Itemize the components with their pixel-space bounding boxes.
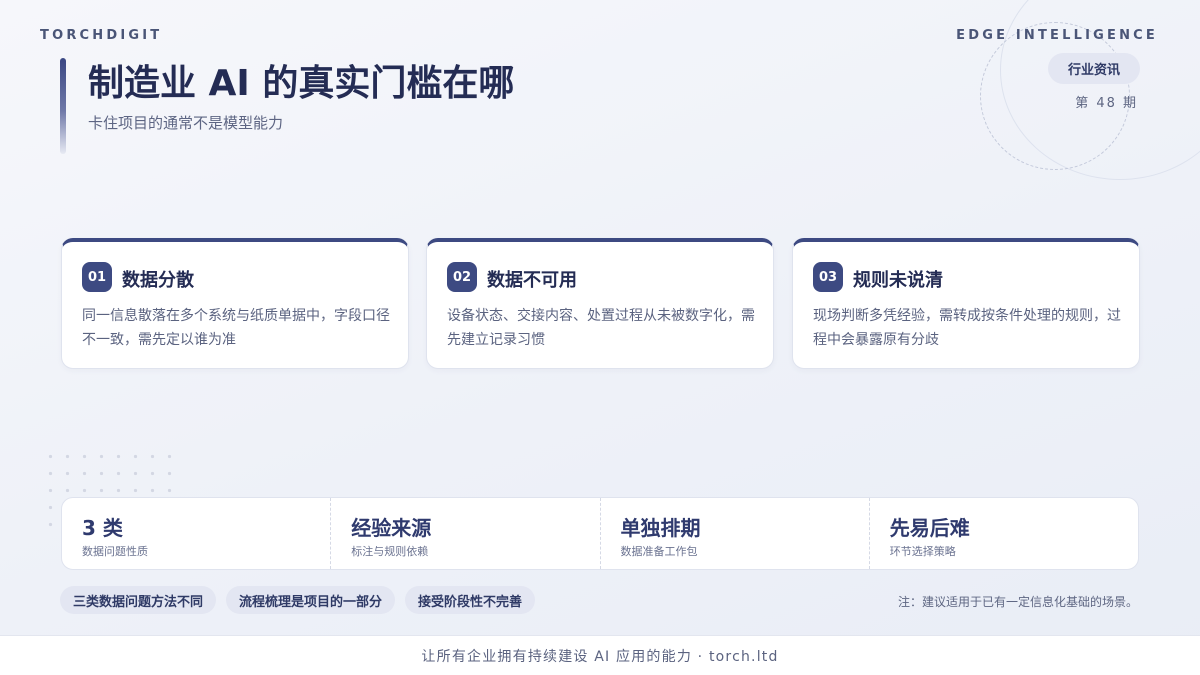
stat-label: 环节选择策略 <box>889 545 956 558</box>
stat-item: 3 类 数据问题性质 <box>62 498 332 569</box>
card-data-scattered: 01 数据分散 同一信息散落在多个系统与纸质单据中，字段口径不一致，需先定以谁为… <box>61 238 409 369</box>
stat-value: 经验来源 <box>351 516 432 540</box>
card-number-badge: 03 <box>813 262 843 292</box>
takeaway-chip: 接受阶段性不完善 <box>405 586 536 614</box>
title-accent-bar <box>60 58 66 154</box>
brand-name: TORCHDIGIT <box>40 28 163 43</box>
card-title: 规则未说清 <box>853 270 943 291</box>
stat-item: 经验来源 标注与规则依赖 <box>331 498 601 569</box>
stat-label: 数据问题性质 <box>82 545 148 558</box>
issue-number: 第 48 期 <box>1075 96 1138 111</box>
stat-label: 标注与规则依赖 <box>351 545 429 558</box>
card-body: 现场判断多凭经验，需转成按条件处理的规则，过程中会暴露原有分歧 <box>813 308 1121 348</box>
stat-label: 数据准备工作包 <box>620 545 698 558</box>
edge-intelligence-label: EDGE INTELLIGENCE <box>956 28 1158 43</box>
stat-value: 单独排期 <box>620 516 701 540</box>
card-body: 同一信息散落在多个系统与纸质单据中，字段口径不一致，需先定以谁为准 <box>82 308 390 348</box>
takeaway-chips: 三类数据问题方法不同 流程梳理是项目的一部分 接受阶段性不完善 <box>60 586 536 614</box>
stats-bar: 3 类 数据问题性质 经验来源 标注与规则依赖 单独排期 数据准备工作包 先易后… <box>61 497 1139 570</box>
stat-value: 先易后难 <box>889 516 970 540</box>
card-rules-unclear: 03 规则未说清 现场判断多凭经验，需转成按条件处理的规则，过程中会暴露原有分歧 <box>792 238 1140 369</box>
card-title: 数据分散 <box>122 270 194 291</box>
page-subtitle: 卡住项目的通常不是模型能力 <box>88 114 284 132</box>
takeaway-chip: 流程梳理是项目的一部分 <box>226 586 396 614</box>
card-number-badge: 02 <box>447 262 477 292</box>
category-tag: 行业资讯 <box>1048 53 1140 84</box>
takeaway-chip: 三类数据问题方法不同 <box>60 586 217 614</box>
stat-value: 3 类 <box>82 516 123 540</box>
footnote: 注：建议适用于已有一定信息化基础的场景。 <box>897 595 1138 609</box>
card-number-badge: 01 <box>82 262 112 292</box>
stat-item: 单独排期 数据准备工作包 <box>601 498 870 569</box>
card-body: 设备状态、交接内容、处置过程从未被数字化，需先建立记录习惯 <box>447 308 755 348</box>
card-data-unusable: 02 数据不可用 设备状态、交接内容、处置过程从未被数字化，需先建立记录习惯 <box>426 238 774 369</box>
stat-item: 先易后难 环节选择策略 <box>870 498 1138 569</box>
footer-slogan: 让所有企业拥有持续建设 AI 应用的能力 · torch.ltd <box>0 635 1200 675</box>
card-title: 数据不可用 <box>487 270 577 291</box>
page-title: 制造业 AI 的真实门槛在哪 <box>88 63 515 104</box>
